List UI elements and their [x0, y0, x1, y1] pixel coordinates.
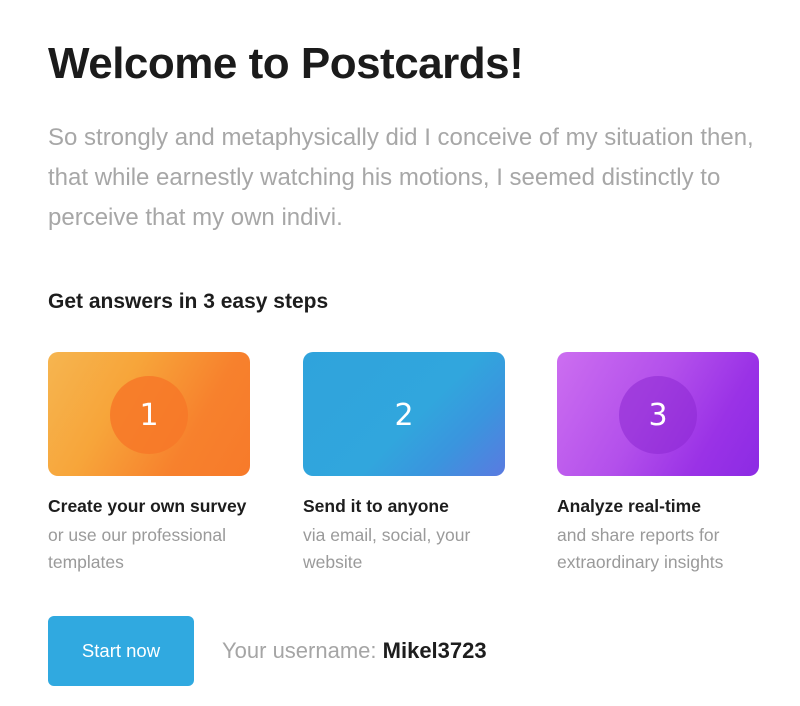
step-number-badge: 3: [619, 376, 697, 454]
step-card-3: 3: [557, 352, 759, 476]
step-description: or use our professional templates: [48, 525, 227, 572]
step-create-survey: 1 Create your own survey or use our prof…: [48, 352, 250, 572]
step-title: Create your own survey: [48, 496, 247, 516]
intro-text: So strongly and metaphysically did I con…: [48, 124, 754, 231]
page-title: Welcome to Postcards!: [48, 39, 524, 88]
username-display: Your username: Mikel3723: [222, 636, 487, 666]
steps-list: 1 Create your own survey or use our prof…: [48, 352, 768, 582]
step-number-badge: 1: [110, 376, 188, 454]
step-number-badge: 2: [394, 397, 414, 433]
step-send: 2 Send it to anyone via email, social, y…: [303, 352, 505, 572]
step-title: Send it to anyone: [303, 496, 449, 516]
username-value: Mikel3723: [382, 638, 487, 663]
step-description: and share reports for extraordinary insi…: [557, 525, 724, 572]
step-title: Analyze real-time: [557, 496, 701, 516]
step-description: via email, social, your website: [303, 525, 471, 572]
step-analyze: 3 Analyze real-time and share reports fo…: [557, 352, 759, 572]
start-now-button[interactable]: Start now: [48, 616, 194, 686]
username-label: Your username:: [222, 638, 377, 663]
steps-heading: Get answers in 3 easy steps: [48, 290, 329, 313]
step-card-1: 1: [48, 352, 250, 476]
step-card-2: 2: [303, 352, 505, 476]
